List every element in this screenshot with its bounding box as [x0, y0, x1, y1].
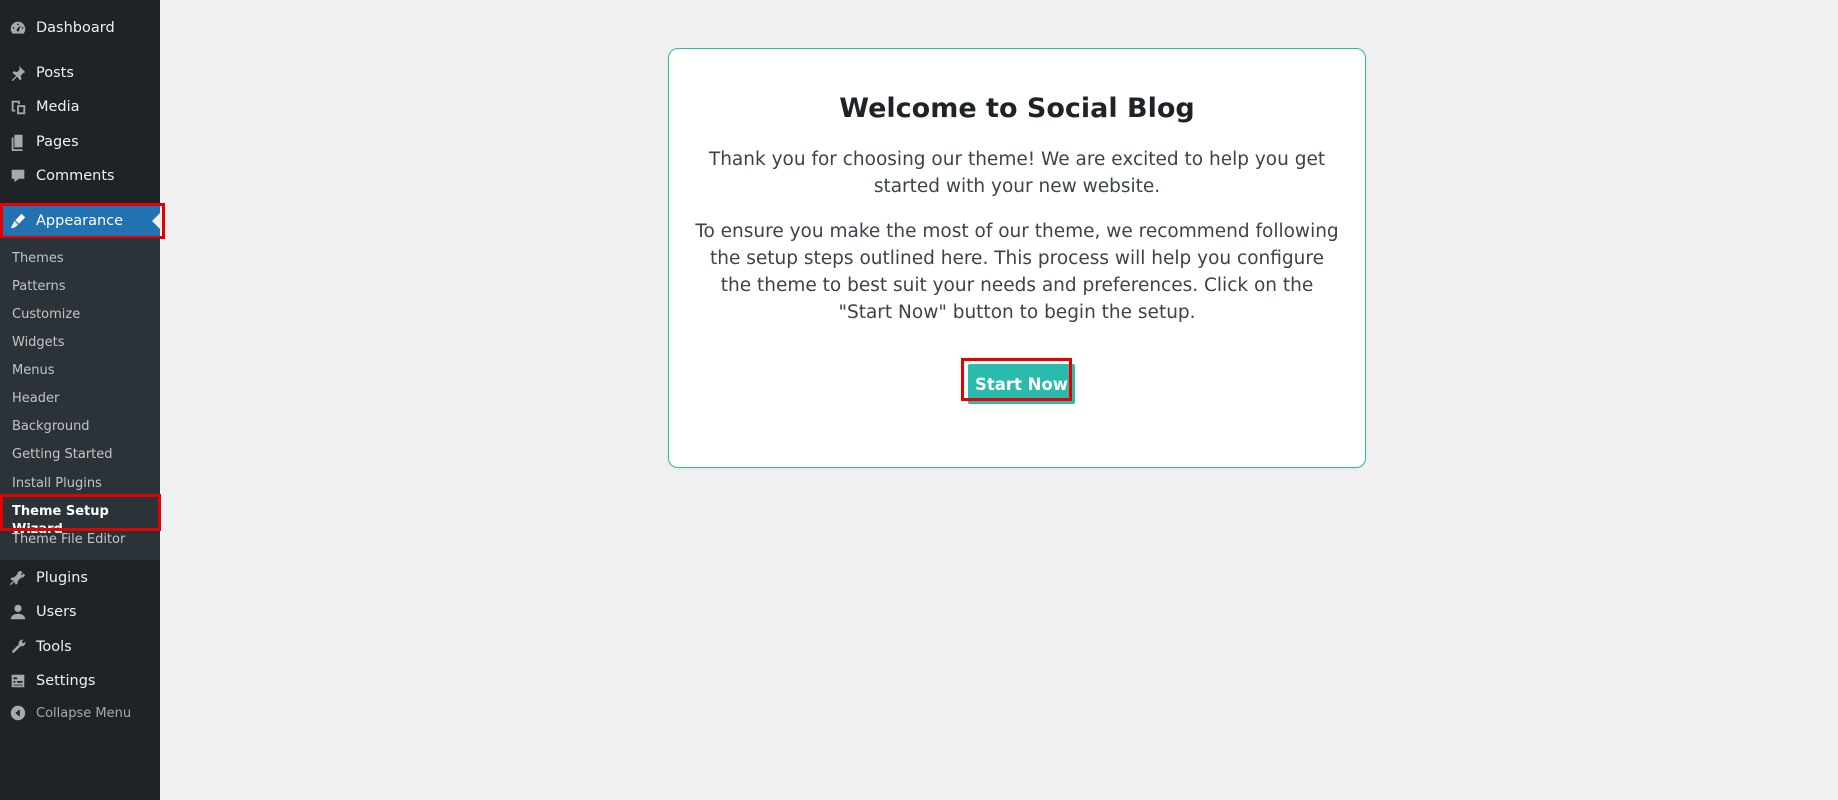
sidebar-item-comments[interactable]: Comments: [0, 159, 160, 193]
sidebar-item-media[interactable]: Media: [0, 90, 160, 124]
sidebar-item-settings[interactable]: Settings: [0, 664, 160, 698]
brush-icon: [0, 212, 36, 230]
pages-icon: [0, 133, 36, 151]
card-title: Welcome to Social Blog: [839, 93, 1195, 124]
welcome-card: Welcome to Social Blog Thank you for cho…: [668, 48, 1366, 468]
sidebar-item-users[interactable]: Users: [0, 595, 160, 629]
start-now-button[interactable]: Start Now: [968, 364, 1075, 404]
sidebar-item-posts[interactable]: Posts: [0, 56, 160, 90]
appearance-submenu: Themes Patterns Customize Widgets Menus …: [0, 238, 160, 560]
submenu-item-header[interactable]: Header: [12, 390, 59, 408]
sidebar-item-label: Dashboard: [36, 20, 115, 36]
sidebar-item-label: Comments: [36, 168, 115, 184]
sidebar-item-tools[interactable]: Tools: [0, 630, 160, 664]
collapse-icon: [0, 704, 36, 722]
admin-sidebar: Dashboard Posts Media Pages Comments App…: [0, 0, 165, 800]
submenu-item-theme-file-editor[interactable]: Theme File Editor: [12, 531, 125, 549]
submenu-item-getting-started[interactable]: Getting Started: [12, 446, 113, 464]
wrench-icon: [0, 638, 36, 656]
sidebar-item-pages[interactable]: Pages: [0, 125, 160, 159]
submenu-item-themes[interactable]: Themes: [12, 250, 64, 268]
sidebar-item-label: Media: [36, 99, 80, 115]
sidebar-item-label: Pages: [36, 134, 79, 150]
plugin-icon: [0, 569, 36, 587]
settings-icon: [0, 672, 36, 690]
dashboard-icon: [0, 19, 36, 37]
submenu-item-patterns[interactable]: Patterns: [12, 278, 66, 296]
sidebar-item-label: Posts: [36, 65, 74, 81]
sidebar-item-label: Tools: [36, 639, 72, 655]
submenu-item-background[interactable]: Background: [12, 418, 90, 436]
card-intro-text: Thank you for choosing our theme! We are…: [708, 149, 1326, 197]
card-instructions-text: To ensure you make the most of our theme…: [695, 221, 1339, 323]
sidebar-item-appearance[interactable]: Appearance: [0, 204, 160, 238]
sidebar-item-label: Appearance: [36, 213, 124, 229]
collapse-menu-button[interactable]: Collapse Menu: [0, 696, 160, 730]
submenu-item-widgets[interactable]: Widgets: [12, 334, 65, 352]
media-icon: [0, 98, 36, 116]
sidebar-item-label: Users: [36, 604, 77, 620]
submenu-item-menus[interactable]: Menus: [12, 362, 54, 380]
sidebar-item-dashboard[interactable]: Dashboard: [0, 11, 160, 45]
sidebar-item-label: Collapse Menu: [36, 705, 132, 721]
sidebar-item-label: Plugins: [36, 570, 88, 586]
submenu-item-install-plugins[interactable]: Install Plugins: [12, 475, 102, 493]
current-arrow: [152, 213, 160, 229]
comment-icon: [0, 167, 36, 185]
submenu-item-customize[interactable]: Customize: [12, 306, 80, 324]
sidebar-item-plugins[interactable]: Plugins: [0, 561, 160, 595]
pin-icon: [0, 64, 36, 82]
user-icon: [0, 603, 36, 621]
sidebar-item-label: Settings: [36, 673, 96, 689]
